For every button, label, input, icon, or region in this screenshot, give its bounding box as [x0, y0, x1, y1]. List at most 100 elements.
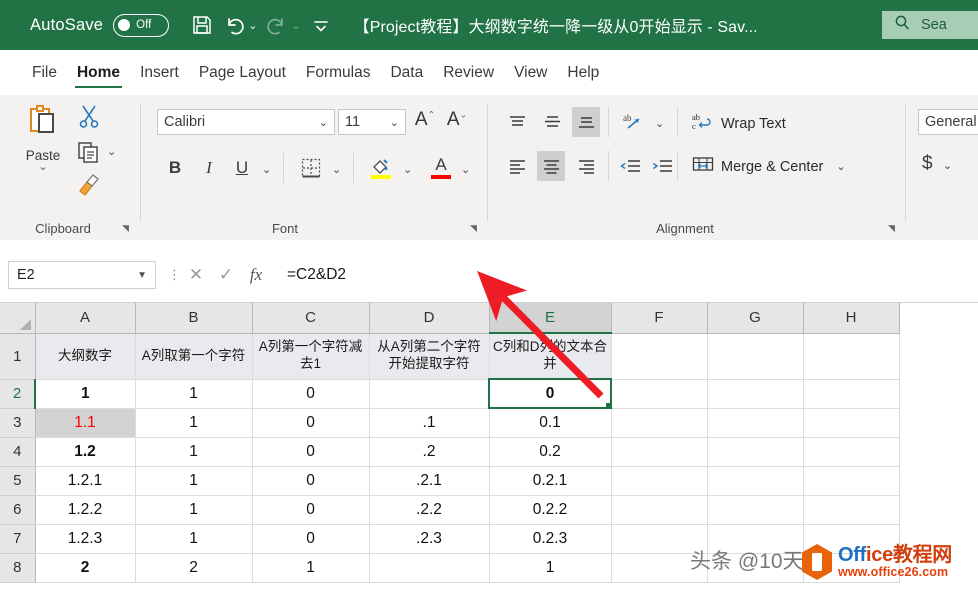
cell-e5[interactable]: 0.2.1 [489, 466, 611, 495]
column-header-c[interactable]: C [252, 303, 369, 333]
tab-formulas[interactable]: Formulas [296, 50, 381, 95]
cell-g6[interactable] [707, 495, 803, 524]
cell-c1[interactable]: A列第一个字符减去1 [252, 333, 369, 379]
cell-a6[interactable]: 1.2.2 [35, 495, 135, 524]
undo-chevron-down-icon[interactable]: ⌄ [248, 19, 257, 32]
confirm-icon[interactable]: ✓ [211, 260, 241, 290]
accounting-format-icon[interactable]: $ ⌄ [922, 153, 952, 175]
italic-button[interactable]: I [196, 155, 222, 181]
column-header-f[interactable]: F [611, 303, 707, 333]
save-icon[interactable] [187, 10, 217, 40]
clipboard-dialog-launcher[interactable]: ◥ [122, 223, 129, 234]
row-header-3[interactable]: 3 [0, 408, 35, 437]
cell-b1[interactable]: A列取第一个字符 [135, 333, 252, 379]
wrap-text-button[interactable]: ab c Wrap Text [692, 112, 786, 136]
cell-a8[interactable]: 2 [35, 553, 135, 582]
cell-f4[interactable] [611, 437, 707, 466]
cell-e8[interactable]: 1 [489, 553, 611, 582]
column-header-d[interactable]: D [369, 303, 489, 333]
cell-e4[interactable]: 0.2 [489, 437, 611, 466]
tab-help[interactable]: Help [557, 50, 609, 95]
column-header-g[interactable]: G [707, 303, 803, 333]
cell-c3[interactable]: 0 [252, 408, 369, 437]
cell-f5[interactable] [611, 466, 707, 495]
tab-view[interactable]: View [504, 50, 557, 95]
cell-g4[interactable] [707, 437, 803, 466]
name-box-chevron-down-icon[interactable]: ▼ [137, 270, 147, 281]
cell-e2[interactable]: 0 [489, 379, 611, 408]
copy-chevron-down-icon[interactable]: ⌄ [107, 145, 116, 158]
align-top-button[interactable] [503, 109, 531, 135]
column-header-e[interactable]: E [489, 303, 611, 333]
cell-h1[interactable] [803, 333, 899, 379]
cell-g3[interactable] [707, 408, 803, 437]
cell-g5[interactable] [707, 466, 803, 495]
column-header-h[interactable]: H [803, 303, 899, 333]
cell-g1[interactable] [707, 333, 803, 379]
align-bottom-button[interactable] [572, 107, 600, 137]
cell-b8[interactable]: 2 [135, 553, 252, 582]
cell-e1[interactable]: C列和D列的文本合并 [489, 333, 611, 379]
decrease-font-size-icon[interactable]: A⌄ [444, 109, 470, 131]
cell-a3[interactable]: 1.1 [35, 408, 135, 437]
orientation-icon[interactable]: ab [618, 109, 650, 135]
cell-f6[interactable] [611, 495, 707, 524]
tab-page-layout[interactable]: Page Layout [189, 50, 296, 95]
font-size-chevron-down-icon[interactable]: ⌄ [390, 116, 399, 129]
cell-a2[interactable]: 1 [35, 379, 135, 408]
row-header-5[interactable]: 5 [0, 466, 35, 495]
row-header-1[interactable]: 1 [0, 333, 35, 379]
font-size-combobox[interactable]: 11 ⌄ [338, 109, 406, 135]
cell-a4[interactable]: 1.2 [35, 437, 135, 466]
cell-d8[interactable] [369, 553, 489, 582]
row-header-6[interactable]: 6 [0, 495, 35, 524]
row-header-4[interactable]: 4 [0, 437, 35, 466]
align-middle-button[interactable] [538, 109, 566, 135]
cell-d5[interactable]: .2.1 [369, 466, 489, 495]
fill-color-icon[interactable] [366, 151, 396, 183]
customize-quick-access-icon[interactable] [306, 10, 336, 40]
borders-icon[interactable] [296, 153, 326, 183]
align-right-button[interactable] [572, 153, 600, 179]
cell-h3[interactable] [803, 408, 899, 437]
cut-icon[interactable] [76, 103, 102, 129]
font-color-icon[interactable]: A [427, 151, 455, 183]
cell-d2[interactable] [369, 379, 489, 408]
formula-bar-handle[interactable]: ⋮ [168, 273, 181, 277]
cell-d4[interactable]: .2 [369, 437, 489, 466]
cell-a5[interactable]: 1.2.1 [35, 466, 135, 495]
select-all-corner[interactable] [0, 303, 35, 333]
increase-indent-icon[interactable] [648, 153, 676, 179]
font-name-combobox[interactable]: Calibri ⌄ [157, 109, 335, 135]
cell-b4[interactable]: 1 [135, 437, 252, 466]
format-painter-icon[interactable] [76, 171, 102, 197]
font-name-chevron-down-icon[interactable]: ⌄ [319, 116, 328, 129]
cell-d6[interactable]: .2.2 [369, 495, 489, 524]
cell-h5[interactable] [803, 466, 899, 495]
cell-a7[interactable]: 1.2.3 [35, 524, 135, 553]
copy-icon[interactable] [76, 139, 102, 165]
cell-d1[interactable]: 从A列第二个字符开始提取字符 [369, 333, 489, 379]
cell-b3[interactable]: 1 [135, 408, 252, 437]
cell-h4[interactable] [803, 437, 899, 466]
increase-font-size-icon[interactable]: A⌃ [412, 109, 438, 131]
cell-f3[interactable] [611, 408, 707, 437]
tab-home[interactable]: Home [67, 50, 130, 95]
number-format-combobox[interactable]: General [918, 109, 978, 135]
font-dialog-launcher[interactable]: ◥ [470, 223, 477, 234]
cell-c6[interactable]: 0 [252, 495, 369, 524]
merge-center-button[interactable]: Merge & Center ⌄ [692, 155, 840, 178]
cell-d3[interactable]: .1 [369, 408, 489, 437]
cell-c7[interactable]: 0 [252, 524, 369, 553]
merge-center-chevron-down-icon[interactable]: ⌄ [836, 160, 845, 173]
row-header-2[interactable]: 2 [0, 379, 35, 408]
cell-c4[interactable]: 0 [252, 437, 369, 466]
cell-g2[interactable] [707, 379, 803, 408]
tab-file[interactable]: File [22, 50, 67, 95]
tab-insert[interactable]: Insert [130, 50, 189, 95]
row-header-7[interactable]: 7 [0, 524, 35, 553]
insert-function-icon[interactable]: fx [241, 260, 271, 290]
cell-h6[interactable] [803, 495, 899, 524]
cell-b2[interactable]: 1 [135, 379, 252, 408]
cell-b5[interactable]: 1 [135, 466, 252, 495]
